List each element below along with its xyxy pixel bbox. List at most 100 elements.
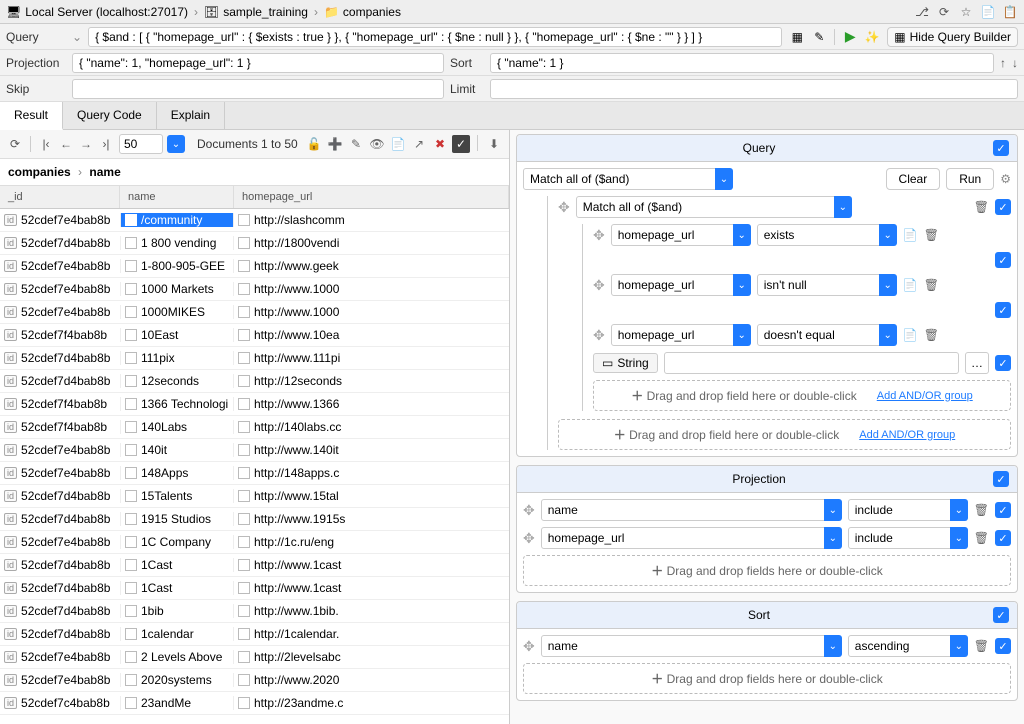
- crumb-collection[interactable]: companies: [343, 5, 401, 19]
- table-row[interactable]: id52cdef7d4bab8b15Talentshttp://www.15ta…: [0, 485, 509, 508]
- delete-doc-icon[interactable]: ✖: [431, 135, 449, 153]
- cell-name[interactable]: 2020systems: [120, 673, 234, 687]
- apply-icon[interactable]: ✓: [452, 135, 470, 153]
- gear-icon[interactable]: ⚙: [1000, 172, 1011, 186]
- trash-icon[interactable]: 🗑: [974, 639, 989, 653]
- more-options-button[interactable]: …: [965, 352, 989, 374]
- trash-icon[interactable]: 🗑: [924, 228, 939, 242]
- cond-enabled-checkbox[interactable]: ✓: [995, 252, 1011, 268]
- table-row[interactable]: id52cdef7f4bab8b10Easthttp://www.10ea: [0, 324, 509, 347]
- query-input[interactable]: [88, 27, 782, 47]
- chevron-down-icon[interactable]: ⌄: [950, 527, 968, 549]
- cell-name[interactable]: 140it: [120, 443, 234, 457]
- next-page-icon[interactable]: →: [77, 135, 95, 153]
- proj-enabled-checkbox[interactable]: ✓: [995, 530, 1011, 546]
- proj-mode-select[interactable]: include: [848, 527, 953, 549]
- table-row[interactable]: id52cdef7e4bab8b1-800-905-GEEhttp://www.…: [0, 255, 509, 278]
- cell-name[interactable]: 1000MIKES: [120, 305, 234, 319]
- trash-icon[interactable]: 🗑: [974, 531, 989, 545]
- prev-page-icon[interactable]: ←: [57, 135, 75, 153]
- cell-name[interactable]: 1Cast: [120, 558, 234, 572]
- path-field[interactable]: name: [89, 165, 120, 179]
- table-row[interactable]: id52cdef7e4bab8b140ithttp://www.140it: [0, 439, 509, 462]
- table-row[interactable]: id52cdef7d4bab8b1bibhttp://www.1bib.: [0, 600, 509, 623]
- cond-enabled-checkbox[interactable]: ✓: [995, 302, 1011, 318]
- cell-name[interactable]: 1000 Markets: [120, 282, 234, 296]
- table-row[interactable]: id52cdef7e4bab8b1C Companyhttp://1c.ru/e…: [0, 531, 509, 554]
- path-coll[interactable]: companies: [8, 165, 71, 179]
- cell-name[interactable]: 2 Levels Above: [120, 650, 234, 664]
- chevron-down-icon[interactable]: ⌄: [879, 224, 897, 246]
- open-doc-icon[interactable]: ↗: [410, 135, 428, 153]
- tab-explain[interactable]: Explain: [157, 102, 225, 129]
- copy-icon[interactable]: 📄: [980, 4, 996, 20]
- table-row[interactable]: id52cdef7e4bab8b2 Levels Abovehttp://2le…: [0, 646, 509, 669]
- cell-name[interactable]: 140Labs: [120, 420, 234, 434]
- chevron-down-icon[interactable]: ⌄: [834, 196, 852, 218]
- export-icon[interactable]: ⬇: [485, 135, 503, 153]
- table-row[interactable]: id52cdef7d4bab8b1Casthttp://www.1cast: [0, 554, 509, 577]
- table-row[interactable]: id52cdef7f4bab8b140Labshttp://140labs.cc: [0, 416, 509, 439]
- view-doc-icon[interactable]: 👁: [368, 135, 386, 153]
- anchor-icon[interactable]: ⎇: [914, 4, 930, 20]
- chevron-down-icon[interactable]: ⌄: [733, 324, 751, 346]
- projection-enabled-checkbox[interactable]: ✓: [993, 471, 1009, 487]
- chevron-down-icon[interactable]: ⌄: [879, 274, 897, 296]
- skip-input[interactable]: [72, 79, 444, 99]
- nested-match-select[interactable]: Match all of ($and): [576, 196, 837, 218]
- cond-field-select[interactable]: homepage_url: [611, 224, 736, 246]
- crumb-server[interactable]: Local Server (localhost:27017): [25, 5, 188, 19]
- cell-name[interactable]: 10East: [120, 328, 234, 342]
- table-row[interactable]: id52cdef7f4bab8b1366 Technologihttp://ww…: [0, 393, 509, 416]
- drag-handle-icon[interactable]: ✥: [593, 227, 605, 244]
- table-row[interactable]: id52cdef7e4bab8b2020systemshttp://www.20…: [0, 669, 509, 692]
- drag-handle-icon[interactable]: ✥: [523, 638, 535, 655]
- copy-icon[interactable]: 📄: [903, 328, 918, 342]
- drop-zone-sort[interactable]: ＋ Drag and drop fields here or double-cl…: [523, 663, 1011, 694]
- table-row[interactable]: id52cdef7c4bab8b23andMehttp://23andme.c: [0, 692, 509, 715]
- group-enabled-checkbox[interactable]: ✓: [995, 199, 1011, 215]
- cell-name[interactable]: 15Talents: [120, 489, 234, 503]
- table-row[interactable]: id52cdef7d4bab8b12secondshttp://12second…: [0, 370, 509, 393]
- refresh-icon[interactable]: ⟳: [6, 135, 24, 153]
- query-enabled-checkbox[interactable]: ✓: [993, 140, 1009, 156]
- col-name[interactable]: name: [120, 186, 234, 208]
- cell-name[interactable]: 1C Company: [120, 535, 234, 549]
- cond-enabled-checkbox[interactable]: ✓: [995, 355, 1011, 371]
- validate-icon[interactable]: ✎: [810, 28, 828, 46]
- chevron-down-icon[interactable]: ⌄: [950, 499, 968, 521]
- drag-handle-icon[interactable]: ✥: [523, 502, 535, 519]
- cell-name[interactable]: 1calendar: [120, 627, 234, 641]
- clear-button[interactable]: Clear: [886, 168, 941, 190]
- sort-field-select[interactable]: name: [541, 635, 827, 657]
- tab-query-code[interactable]: Query Code: [63, 102, 157, 129]
- chevron-down-icon[interactable]: ⌄: [824, 499, 842, 521]
- chevron-down-icon[interactable]: ⌄: [824, 527, 842, 549]
- copy-icon[interactable]: 📄: [903, 228, 918, 242]
- lock-icon[interactable]: 🔓: [305, 135, 323, 153]
- last-page-icon[interactable]: ›|: [97, 135, 115, 153]
- chevron-down-icon[interactable]: ⌄: [733, 224, 751, 246]
- table-row[interactable]: id52cdef7d4bab8b1Casthttp://www.1cast: [0, 577, 509, 600]
- table-row[interactable]: id52cdef7e4bab8b1000 Marketshttp://www.1…: [0, 278, 509, 301]
- table-row[interactable]: id52cdef7d4bab8b1915 Studioshttp://www.1…: [0, 508, 509, 531]
- cond-op-select[interactable]: exists: [757, 224, 882, 246]
- drag-handle-icon[interactable]: ✥: [558, 199, 570, 216]
- cell-name[interactable]: 1Cast: [120, 581, 234, 595]
- cond-field-select[interactable]: homepage_url: [611, 274, 736, 296]
- cell-name[interactable]: 1915 Studios: [120, 512, 234, 526]
- tab-result[interactable]: Result: [0, 102, 63, 130]
- table-row[interactable]: id52cdef7d4bab8b1calendarhttp://1calenda…: [0, 623, 509, 646]
- sort-row-enabled-checkbox[interactable]: ✓: [995, 638, 1011, 654]
- proj-mode-select[interactable]: include: [848, 499, 953, 521]
- add-and-or-link[interactable]: Add AND/OR group: [877, 390, 973, 402]
- sort-dir-select[interactable]: ascending: [848, 635, 953, 657]
- cond-op-select[interactable]: doesn't equal: [757, 324, 882, 346]
- crumb-db[interactable]: sample_training: [223, 5, 308, 19]
- copy-doc-icon[interactable]: 📄: [389, 135, 407, 153]
- cell-name[interactable]: 23andMe: [120, 696, 234, 710]
- hide-query-builder-button[interactable]: ▦ Hide Query Builder: [887, 27, 1018, 47]
- drag-handle-icon[interactable]: ✥: [593, 327, 605, 344]
- cell-name[interactable]: /community: [120, 213, 234, 227]
- add-and-or-link[interactable]: Add AND/OR group: [859, 429, 955, 441]
